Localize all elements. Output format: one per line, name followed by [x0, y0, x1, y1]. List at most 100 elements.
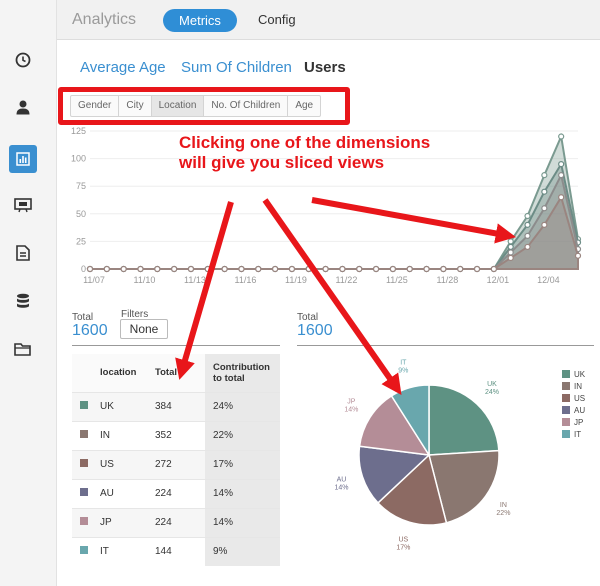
dimension-no-of-children[interactable]: No. Of Children	[204, 96, 289, 116]
left-total-value: 1600	[72, 322, 108, 339]
x-tick-label: 11/13	[184, 275, 206, 285]
series-point	[187, 265, 195, 273]
series-point	[221, 265, 228, 273]
y-tick-label: 125	[71, 126, 86, 136]
dimension-gender[interactable]: Gender	[71, 96, 120, 116]
series-point	[524, 232, 531, 239]
y-tick-label: 25	[76, 236, 86, 246]
pie-label: US	[398, 536, 408, 543]
location-header[interactable]: location	[100, 354, 155, 392]
x-tick-label: 12/01	[487, 275, 510, 285]
callout-line-2: will give you sliced views	[179, 153, 385, 172]
contribution-cell: 17%	[205, 449, 280, 479]
x-tick-label: 11/07	[83, 275, 105, 285]
table-row[interactable]: UK 384 24%	[72, 391, 280, 421]
database-icon[interactable]	[11, 289, 35, 313]
total-cell: 384	[155, 391, 205, 421]
tab-metrics[interactable]: Metrics	[163, 9, 237, 32]
x-tick-label: 11/16	[235, 275, 257, 285]
location-cell: UK	[100, 391, 155, 421]
ad-icon[interactable]	[11, 193, 35, 217]
pie-label: IT	[400, 360, 407, 367]
location-cell: IT	[100, 536, 155, 566]
pie-percent-label: 17%	[396, 544, 410, 551]
x-tick-label: 12/04	[537, 275, 560, 285]
total-header[interactable]: Total	[155, 354, 205, 392]
table-row[interactable]: JP 224 14%	[72, 507, 280, 537]
dimension-age[interactable]: Age	[288, 96, 320, 116]
folder-icon[interactable]	[11, 337, 35, 361]
color-swatch	[80, 401, 88, 409]
app-title: Analytics	[72, 11, 137, 28]
legend-swatch	[562, 370, 570, 378]
total-cell: 352	[155, 420, 205, 450]
series-point	[171, 265, 178, 273]
location-cell: JP	[100, 507, 155, 537]
metric-tab-average-age[interactable]: Average Age	[80, 59, 166, 76]
row-swatch-cell	[72, 478, 100, 508]
sidebar	[0, 0, 57, 586]
x-tick-label: 11/28	[436, 275, 458, 285]
dimension-location[interactable]: Location	[151, 96, 205, 116]
metric-tab-sum-of-children[interactable]: Sum Of Children	[181, 59, 292, 76]
color-swatch	[80, 546, 88, 555]
right-divider	[297, 345, 594, 346]
series-point	[86, 265, 94, 273]
legend-swatch	[562, 418, 570, 426]
series-point	[339, 265, 346, 273]
pie-label: AU	[337, 476, 347, 483]
tab-config[interactable]: Config	[258, 12, 296, 27]
series-point	[406, 265, 413, 273]
table-row[interactable]: IT 144 9%	[72, 536, 280, 566]
table-row[interactable]: IN 352 22%	[72, 420, 280, 450]
contribution-cell: 14%	[205, 478, 280, 508]
pie-chart: UK24%IN22%US17%AU14%JP14%IT9% UKINUSAUJPI…	[334, 360, 585, 552]
swatch-header	[72, 354, 100, 392]
pie-label: UK	[487, 381, 497, 388]
legend-swatch	[562, 406, 570, 414]
contribution-cell: 9%	[205, 536, 280, 566]
metric-tab-users[interactable]: Users	[304, 59, 346, 76]
series-point	[423, 265, 430, 273]
series-point	[473, 265, 481, 273]
y-tick-label: 75	[76, 181, 86, 191]
filters-select[interactable]: None	[120, 319, 168, 339]
pie-percent-label: 9%	[398, 368, 408, 375]
x-tick-label: 11/25	[386, 275, 408, 285]
row-swatch-cell	[72, 391, 100, 421]
left-divider	[72, 345, 280, 346]
x-tick-label: 11/22	[335, 275, 357, 285]
contribution-cell: 24%	[205, 391, 280, 421]
document-icon[interactable]	[11, 241, 35, 265]
series-point	[524, 243, 531, 251]
color-swatch	[80, 430, 88, 438]
legend-label: US	[574, 394, 585, 403]
series-point	[524, 212, 531, 220]
series-point	[120, 265, 127, 273]
pie-percent-label: 14%	[334, 484, 348, 491]
series-point	[305, 265, 312, 273]
contribution-cell: 22%	[205, 420, 280, 450]
contribution-cell: 14%	[205, 507, 280, 537]
y-tick-label: 0	[81, 264, 86, 274]
clock-icon[interactable]	[11, 48, 35, 72]
series-point	[574, 252, 582, 259]
x-tick-label: 11/10	[134, 275, 156, 285]
color-swatch	[80, 517, 88, 525]
row-swatch-cell	[72, 420, 100, 450]
legend-swatch	[562, 382, 570, 390]
table-header-row: location Total Contribution to total	[72, 354, 280, 392]
table-row[interactable]: US 272 17%	[72, 449, 280, 479]
contribution-header[interactable]: Contribution to total	[205, 354, 280, 392]
location-cell: US	[100, 449, 155, 479]
location-cell: IN	[100, 420, 155, 450]
series-point	[389, 265, 396, 273]
series-point	[272, 265, 279, 273]
dimension-city[interactable]: City	[119, 96, 152, 116]
series-point	[440, 265, 447, 273]
series-point	[558, 172, 565, 179]
bar-chart-icon[interactable]	[9, 145, 37, 173]
location-table: location Total Contribution to total UK 3…	[72, 354, 280, 566]
user-icon[interactable]	[11, 95, 35, 119]
table-row[interactable]: AU 224 14%	[72, 478, 280, 508]
